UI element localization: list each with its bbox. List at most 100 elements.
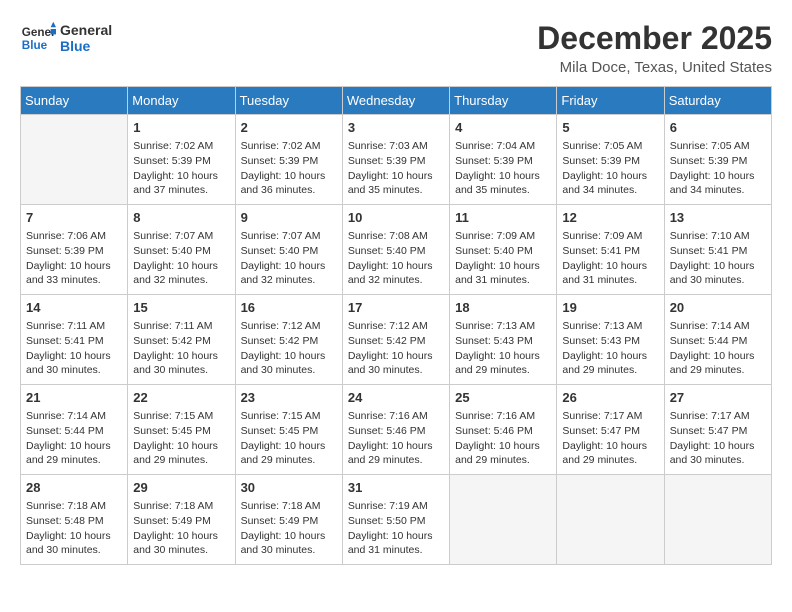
calendar-cell: 6Sunrise: 7:05 AM Sunset: 5:39 PM Daylig… [664, 115, 771, 205]
calendar-cell: 22 Sunrise: 7:15 AM Sunset: 5:45 PM Dayli… [128, 385, 235, 475]
day-number: 31 [348, 479, 444, 497]
logo-icon: General Blue [20, 20, 56, 56]
day-number: 18 [455, 299, 551, 317]
col-header-wednesday: Wednesday [342, 87, 449, 115]
day-info: Sunrise: 7:06 AM Sunset: 5:39 PM Dayligh… [26, 229, 122, 288]
calendar-cell: 13 Sunrise: 7:10 AM Sunset: 5:41 PM Dayli… [664, 205, 771, 295]
day-number: 13 [670, 209, 766, 227]
day-number: 9 [241, 209, 337, 227]
svg-text:Blue: Blue [22, 39, 48, 52]
day-info: Sunrise: 7:17 AM Sunset: 5:47 PM Dayligh… [670, 409, 766, 468]
day-number: 15 [133, 299, 229, 317]
day-number: 16 [241, 299, 337, 317]
col-header-sunday: Sunday [21, 87, 128, 115]
day-info: Sunrise: 7:18 AM Sunset: 5:48 PM Dayligh… [26, 499, 122, 558]
day-info: Sunrise: 7:04 AM Sunset: 5:39 PM Dayligh… [455, 139, 551, 198]
col-header-saturday: Saturday [664, 87, 771, 115]
day-info: Sunrise: 7:12 AM Sunset: 5:42 PM Dayligh… [348, 319, 444, 378]
day-number: 21 [26, 389, 122, 407]
calendar-cell: 20 Sunrise: 7:14 AM Sunset: 5:44 PM Dayli… [664, 295, 771, 385]
day-number: 28 [26, 479, 122, 497]
day-info: Sunrise: 7:18 AM Sunset: 5:49 PM Dayligh… [241, 499, 337, 558]
calendar-cell: 8 Sunrise: 7:07 AM Sunset: 5:40 PM Daylig… [128, 205, 235, 295]
day-info: Sunrise: 7:16 AM Sunset: 5:46 PM Dayligh… [348, 409, 444, 468]
day-number: 23 [241, 389, 337, 407]
calendar-cell: 21 Sunrise: 7:14 AM Sunset: 5:44 PM Dayli… [21, 385, 128, 475]
day-number: 10 [348, 209, 444, 227]
calendar-cell: 16 Sunrise: 7:12 AM Sunset: 5:42 PM Dayli… [235, 295, 342, 385]
calendar-cell: 17 Sunrise: 7:12 AM Sunset: 5:42 PM Dayli… [342, 295, 449, 385]
calendar-week-row: 1Sunrise: 7:02 AM Sunset: 5:39 PM Daylig… [21, 115, 772, 205]
day-number: 17 [348, 299, 444, 317]
day-info: Sunrise: 7:13 AM Sunset: 5:43 PM Dayligh… [562, 319, 658, 378]
day-info: Sunrise: 7:15 AM Sunset: 5:45 PM Dayligh… [241, 409, 337, 468]
day-number: 8 [133, 209, 229, 227]
page-header: General Blue General Blue December 2025 … [20, 20, 772, 76]
day-info: Sunrise: 7:11 AM Sunset: 5:41 PM Dayligh… [26, 319, 122, 378]
day-info: Sunrise: 7:19 AM Sunset: 5:50 PM Dayligh… [348, 499, 444, 558]
calendar-cell: 31 Sunrise: 7:19 AM Sunset: 5:50 PM Dayli… [342, 475, 449, 565]
calendar-cell: 11 Sunrise: 7:09 AM Sunset: 5:40 PM Dayli… [450, 205, 557, 295]
day-number: 30 [241, 479, 337, 497]
calendar-cell [21, 115, 128, 205]
day-number: 7 [26, 209, 122, 227]
calendar-week-row: 7 Sunrise: 7:06 AM Sunset: 5:39 PM Daylig… [21, 205, 772, 295]
day-info: Sunrise: 7:03 AM Sunset: 5:39 PM Dayligh… [348, 139, 444, 198]
calendar-table: SundayMondayTuesdayWednesdayThursdayFrid… [20, 86, 772, 565]
day-info: Sunrise: 7:07 AM Sunset: 5:40 PM Dayligh… [133, 229, 229, 288]
day-number: 19 [562, 299, 658, 317]
day-info: Sunrise: 7:15 AM Sunset: 5:45 PM Dayligh… [133, 409, 229, 468]
calendar-cell: 9Sunrise: 7:07 AM Sunset: 5:40 PM Daylig… [235, 205, 342, 295]
day-info: Sunrise: 7:05 AM Sunset: 5:39 PM Dayligh… [670, 139, 766, 198]
calendar-cell: 12 Sunrise: 7:09 AM Sunset: 5:41 PM Dayli… [557, 205, 664, 295]
day-number: 20 [670, 299, 766, 317]
day-info: Sunrise: 7:17 AM Sunset: 5:47 PM Dayligh… [562, 409, 658, 468]
calendar-cell: 3 Sunrise: 7:03 AM Sunset: 5:39 PM Daylig… [342, 115, 449, 205]
day-info: Sunrise: 7:05 AM Sunset: 5:39 PM Dayligh… [562, 139, 658, 198]
logo-general: General [60, 22, 112, 38]
day-info: Sunrise: 7:14 AM Sunset: 5:44 PM Dayligh… [670, 319, 766, 378]
calendar-cell [557, 475, 664, 565]
day-info: Sunrise: 7:12 AM Sunset: 5:42 PM Dayligh… [241, 319, 337, 378]
title-block: December 2025 Mila Doce, Texas, United S… [537, 20, 772, 76]
day-number: 12 [562, 209, 658, 227]
calendar-cell: 23 Sunrise: 7:15 AM Sunset: 5:45 PM Dayli… [235, 385, 342, 475]
day-info: Sunrise: 7:14 AM Sunset: 5:44 PM Dayligh… [26, 409, 122, 468]
day-info: Sunrise: 7:02 AM Sunset: 5:39 PM Dayligh… [241, 139, 337, 198]
calendar-cell: 14 Sunrise: 7:11 AM Sunset: 5:41 PM Dayli… [21, 295, 128, 385]
day-info: Sunrise: 7:10 AM Sunset: 5:41 PM Dayligh… [670, 229, 766, 288]
day-info: Sunrise: 7:13 AM Sunset: 5:43 PM Dayligh… [455, 319, 551, 378]
day-number: 14 [26, 299, 122, 317]
day-number: 22 [133, 389, 229, 407]
day-number: 3 [348, 119, 444, 137]
day-number: 2 [241, 119, 337, 137]
day-info: Sunrise: 7:09 AM Sunset: 5:41 PM Dayligh… [562, 229, 658, 288]
calendar-cell: 2 Sunrise: 7:02 AM Sunset: 5:39 PM Daylig… [235, 115, 342, 205]
col-header-tuesday: Tuesday [235, 87, 342, 115]
calendar-cell: 7 Sunrise: 7:06 AM Sunset: 5:39 PM Daylig… [21, 205, 128, 295]
calendar-cell: 5Sunrise: 7:05 AM Sunset: 5:39 PM Daylig… [557, 115, 664, 205]
calendar-cell: 29Sunrise: 7:18 AM Sunset: 5:49 PM Dayli… [128, 475, 235, 565]
calendar-header-row: SundayMondayTuesdayWednesdayThursdayFrid… [21, 87, 772, 115]
location: Mila Doce, Texas, United States [537, 59, 772, 76]
day-info: Sunrise: 7:16 AM Sunset: 5:46 PM Dayligh… [455, 409, 551, 468]
calendar-week-row: 14 Sunrise: 7:11 AM Sunset: 5:41 PM Dayli… [21, 295, 772, 385]
calendar-cell [664, 475, 771, 565]
calendar-cell [450, 475, 557, 565]
col-header-friday: Friday [557, 87, 664, 115]
day-info: Sunrise: 7:08 AM Sunset: 5:40 PM Dayligh… [348, 229, 444, 288]
month-title: December 2025 [537, 20, 772, 57]
day-info: Sunrise: 7:09 AM Sunset: 5:40 PM Dayligh… [455, 229, 551, 288]
calendar-cell: 27 Sunrise: 7:17 AM Sunset: 5:47 PM Dayli… [664, 385, 771, 475]
calendar-week-row: 28 Sunrise: 7:18 AM Sunset: 5:48 PM Dayli… [21, 475, 772, 565]
day-number: 11 [455, 209, 551, 227]
day-number: 27 [670, 389, 766, 407]
calendar-cell: 19 Sunrise: 7:13 AM Sunset: 5:43 PM Dayli… [557, 295, 664, 385]
calendar-cell: 18 Sunrise: 7:13 AM Sunset: 5:43 PM Dayli… [450, 295, 557, 385]
day-info: Sunrise: 7:18 AM Sunset: 5:49 PM Dayligh… [133, 499, 229, 558]
logo: General Blue General Blue [20, 20, 112, 56]
logo-blue: Blue [60, 38, 112, 54]
day-number: 26 [562, 389, 658, 407]
calendar-cell: 25Sunrise: 7:16 AM Sunset: 5:46 PM Dayli… [450, 385, 557, 475]
day-number: 24 [348, 389, 444, 407]
